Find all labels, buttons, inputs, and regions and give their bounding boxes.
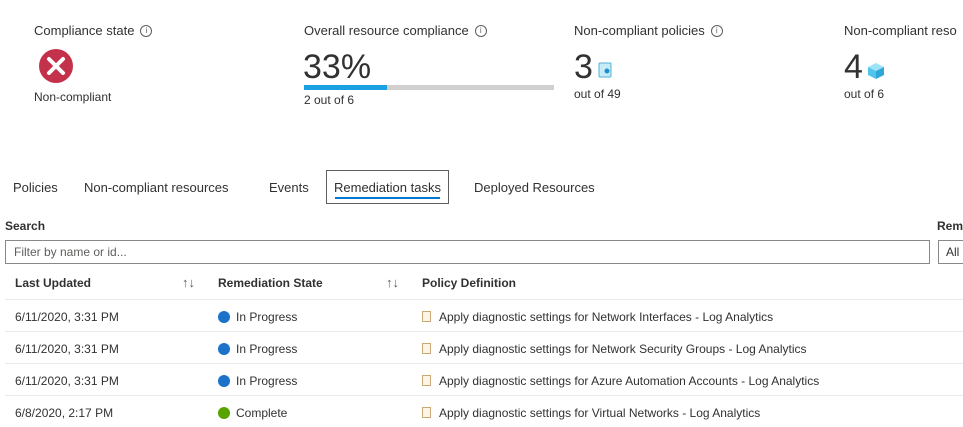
tab-policies[interactable]: Policies [13, 180, 58, 195]
info-icon[interactable]: i [140, 24, 153, 37]
error-icon [38, 48, 74, 84]
remediation-filter-dropdown[interactable]: All [938, 240, 963, 264]
noncompliant-resources-detail: out of 6 [844, 87, 885, 101]
row-4-state: Complete [218, 406, 287, 420]
complete-check-icon [218, 406, 230, 419]
compliance-state-value: Non-compliant [34, 90, 112, 104]
active-tab-indicator [335, 197, 440, 199]
policy-definition-icon [422, 407, 431, 419]
tab-remediation-tasks-label: Remediation tasks [334, 180, 441, 195]
compliance-progress-fill [304, 85, 387, 90]
tab-remediation-tasks[interactable]: Remediation tasks [326, 170, 449, 204]
row-1-policy-label: Apply diagnostic settings for Network In… [439, 310, 774, 324]
noncompliant-policies-detail: out of 49 [574, 87, 621, 101]
row-3-policy[interactable]: Apply diagnostic settings for Azure Auto… [422, 374, 819, 388]
row-2-state: In Progress [218, 342, 297, 356]
row-1-state-label: In Progress [236, 310, 298, 324]
column-header-remediation-state[interactable]: Remediation State [218, 276, 323, 290]
noncompliant-resources-title: Non-compliant reso [844, 23, 957, 38]
remediation-filter-value: All [946, 245, 960, 259]
compliance-state-title: Compliance state i [34, 23, 153, 38]
row-2-policy[interactable]: Apply diagnostic settings for Network Se… [422, 342, 807, 356]
row-4-state-label: Complete [236, 406, 288, 420]
overall-compliance-value: 33% [303, 48, 372, 86]
row-2-last-updated: 6/11/2020, 3:31 PM [15, 342, 119, 356]
row-divider [5, 395, 963, 396]
search-input[interactable] [5, 240, 930, 264]
overall-compliance-detail: 2 out of 6 [304, 93, 355, 107]
policy-definition-icon [422, 311, 431, 323]
remediation-filter-label: Rem [937, 219, 963, 233]
cube-icon [867, 62, 885, 85]
noncompliant-policies-title: Non-compliant policies i [574, 23, 723, 38]
compliance-progress-bar [304, 85, 554, 90]
tab-noncompliant-resources[interactable]: Non-compliant resources [84, 180, 229, 195]
policy-definition-icon [422, 375, 431, 387]
row-3-last-updated: 6/11/2020, 3:31 PM [15, 374, 119, 388]
noncompliant-policies-value: 3 [574, 48, 593, 86]
row-4-policy[interactable]: Apply diagnostic settings for Virtual Ne… [422, 406, 760, 420]
row-1-policy[interactable]: Apply diagnostic settings for Network In… [422, 310, 773, 324]
search-label: Search [5, 219, 46, 233]
sort-icon[interactable]: ↑↓ [386, 275, 399, 290]
row-3-policy-label: Apply diagnostic settings for Azure Auto… [439, 374, 820, 388]
policy-definition-icon [422, 343, 431, 355]
row-1-state: In Progress [218, 310, 297, 324]
row-1-last-updated: 6/11/2020, 3:31 PM [15, 310, 119, 324]
row-divider [5, 331, 963, 332]
in-progress-icon [218, 342, 230, 355]
header-divider [5, 299, 963, 300]
row-divider [5, 363, 963, 364]
row-4-policy-label: Apply diagnostic settings for Virtual Ne… [439, 406, 761, 420]
tab-deployed-resources[interactable]: Deployed Resources [474, 180, 595, 195]
sort-icon[interactable]: ↑↓ [182, 275, 195, 290]
info-icon[interactable]: i [474, 24, 487, 37]
in-progress-icon [218, 374, 230, 387]
info-icon[interactable]: i [710, 24, 723, 37]
tab-events[interactable]: Events [269, 180, 309, 195]
column-header-policy-definition[interactable]: Policy Definition [422, 276, 516, 290]
row-3-state: In Progress [218, 374, 297, 388]
row-3-state-label: In Progress [236, 374, 298, 388]
row-2-state-label: In Progress [236, 342, 298, 356]
column-header-last-updated[interactable]: Last Updated [15, 276, 91, 290]
in-progress-icon [218, 310, 230, 323]
noncompliant-resources-value: 4 [844, 48, 863, 86]
policy-icon [597, 62, 613, 83]
row-4-last-updated: 6/8/2020, 2:17 PM [15, 406, 114, 420]
overall-compliance-title: Overall resource compliance i [304, 23, 487, 38]
row-2-policy-label: Apply diagnostic settings for Network Se… [439, 342, 807, 356]
